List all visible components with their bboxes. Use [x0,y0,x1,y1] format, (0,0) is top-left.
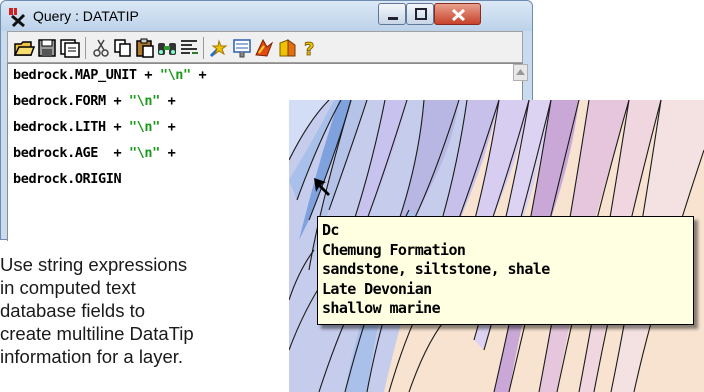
string-literal: "\n" [128,119,160,135]
caption-text: Use string expressions in computed text … [0,253,290,368]
toolbar-separator [203,37,204,59]
datatip-line: Dc [322,221,339,239]
mouse-pointer-icon [314,178,330,196]
operator: + [159,145,176,161]
operator: + [136,67,160,83]
operator: + [105,119,129,135]
operator: + [159,93,176,109]
operator: + [190,67,207,83]
string-literal: "\n" [159,67,191,83]
datatip-line: Chemung Formation [322,240,466,259]
datatip-line: Late Devonian [322,279,432,298]
string-literal: "\n" [128,93,160,109]
code-line: bedrock.FORM + "\n" + [13,93,176,109]
find-icon[interactable] [156,37,178,59]
function-icon[interactable] [208,37,230,59]
field-name: bedrock.LITH [13,119,106,135]
help-book-icon[interactable] [276,37,298,59]
maximize-icon [415,8,427,20]
operator: + [159,119,176,135]
caption-line: Use string expressions [0,254,188,275]
field-name: bedrock.MAP_UNIT [13,67,137,83]
caption-line: in computed text [0,277,136,298]
code-line: bedrock.MAP_UNIT + "\n" + [13,67,207,83]
close-icon [451,8,466,22]
run-icon[interactable] [253,37,275,59]
save-icon[interactable] [36,37,58,59]
window-title: Query : DATATIP [33,8,139,24]
toolbar-separator [85,37,86,59]
caption-line: database fields to [0,300,146,321]
copy-icon[interactable] [112,37,134,59]
field-name: bedrock.AGE [13,145,99,161]
string-literal: "\n" [128,145,160,161]
insert-field-icon[interactable] [178,37,200,59]
code-line: bedrock.ORIGIN [13,171,122,187]
open-folder-icon[interactable] [13,37,35,59]
paste-icon[interactable] [134,37,156,59]
datatip-line: sandstone, siltstone, shale [322,260,550,278]
svg-text:?: ? [304,39,314,59]
field-name: bedrock.FORM [13,93,106,109]
title-bar[interactable]: Query : DATATIP [1,1,532,31]
scrollbar-up-arrow[interactable] [513,64,528,81]
code-line: bedrock.LITH + "\n" + [13,119,176,135]
attributes-icon[interactable] [231,37,253,59]
help-question-icon[interactable]: ? [299,37,321,59]
query-app-icon [8,7,28,28]
datatip-line: shallow marine [322,299,441,317]
operator: + [105,93,129,109]
close-button[interactable] [434,3,481,25]
caption-line: information for a layer. [0,346,184,367]
maximize-button[interactable] [406,3,434,25]
code-line: bedrock.AGE + "\n" + [13,145,176,161]
caption-line: create multiline DataTip [0,323,194,344]
minimize-button[interactable] [378,3,406,25]
field-name: bedrock.ORIGIN [13,171,122,187]
minimize-icon [388,17,398,20]
cut-icon[interactable] [90,37,112,59]
datatip-popup: Dc Chemung Formation sandstone, siltston… [317,216,694,325]
operator: + [98,145,129,161]
save-as-icon[interactable] [59,37,81,59]
toolbar: ? [7,31,523,63]
